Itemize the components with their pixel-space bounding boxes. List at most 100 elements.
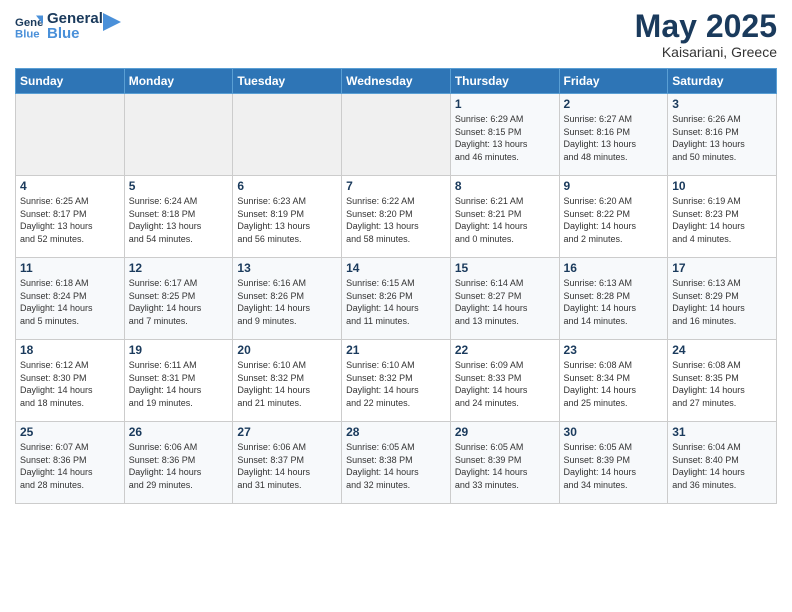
cell-info: Sunrise: 6:29 AM Sunset: 8:15 PM Dayligh… bbox=[455, 113, 555, 163]
day-number: 21 bbox=[346, 343, 446, 357]
cell-info: Sunrise: 6:19 AM Sunset: 8:23 PM Dayligh… bbox=[672, 195, 772, 245]
svg-text:Blue: Blue bbox=[15, 29, 40, 41]
calendar-cell: 20Sunrise: 6:10 AM Sunset: 8:32 PM Dayli… bbox=[233, 340, 342, 422]
calendar-cell: 14 Sunrise: 6:15 AM Sunset: 8:26 PM Dayli… bbox=[342, 258, 451, 340]
logo-icon: General Blue bbox=[15, 12, 43, 40]
calendar-cell: 18 Sunrise: 6:12 AM Sunset: 8:30 PM Dayli… bbox=[16, 340, 125, 422]
cell-info: Sunrise: 6:05 AM Sunset: 8:38 PM Dayligh… bbox=[346, 441, 446, 491]
calendar-cell: 10 Sunrise: 6:19 AM Sunset: 8:23 PM Dayli… bbox=[668, 176, 777, 258]
day-number: 7 bbox=[346, 179, 446, 193]
cell-info: Sunrise: 6:25 AM Sunset: 8:17 PM Dayligh… bbox=[20, 195, 120, 245]
calendar-cell: 13Sunrise: 6:16 AM Sunset: 8:26 PM Dayli… bbox=[233, 258, 342, 340]
weekday-header-thursday: Thursday bbox=[450, 69, 559, 94]
calendar-cell bbox=[124, 94, 233, 176]
cell-info: Sunrise: 6:20 AM Sunset: 8:22 PM Dayligh… bbox=[564, 195, 664, 245]
day-number: 29 bbox=[455, 425, 555, 439]
cell-info: Sunrise: 6:18 AM Sunset: 8:24 PM Dayligh… bbox=[20, 277, 120, 327]
day-number: 30 bbox=[564, 425, 664, 439]
day-number: 3 bbox=[672, 97, 772, 111]
day-number: 23 bbox=[564, 343, 664, 357]
cell-info: Sunrise: 6:16 AM Sunset: 8:26 PM Dayligh… bbox=[237, 277, 337, 327]
logo: General Blue General Blue bbox=[15, 10, 121, 43]
calendar-cell: 21 Sunrise: 6:10 AM Sunset: 8:32 PM Dayli… bbox=[342, 340, 451, 422]
cell-info: Sunrise: 6:07 AM Sunset: 8:36 PM Dayligh… bbox=[20, 441, 120, 491]
day-number: 14 bbox=[346, 261, 446, 275]
cell-info: Sunrise: 6:17 AM Sunset: 8:25 PM Dayligh… bbox=[129, 277, 229, 327]
logo-blue: Blue bbox=[47, 25, 103, 42]
calendar-cell: 2Sunrise: 6:27 AM Sunset: 8:16 PM Daylig… bbox=[559, 94, 668, 176]
day-number: 4 bbox=[20, 179, 120, 193]
calendar-cell: 27 Sunrise: 6:06 AM Sunset: 8:37 PM Dayli… bbox=[233, 422, 342, 504]
weekday-header-wednesday: Wednesday bbox=[342, 69, 451, 94]
weekday-header-saturday: Saturday bbox=[668, 69, 777, 94]
cell-info: Sunrise: 6:10 AM Sunset: 8:32 PM Dayligh… bbox=[346, 359, 446, 409]
day-number: 10 bbox=[672, 179, 772, 193]
cell-info: Sunrise: 6:24 AM Sunset: 8:18 PM Dayligh… bbox=[129, 195, 229, 245]
day-number: 24 bbox=[672, 343, 772, 357]
day-number: 2 bbox=[564, 97, 664, 111]
weekday-header-friday: Friday bbox=[559, 69, 668, 94]
day-number: 8 bbox=[455, 179, 555, 193]
calendar-cell: 6 Sunrise: 6:23 AM Sunset: 8:19 PM Daylig… bbox=[233, 176, 342, 258]
calendar-cell: 3 Sunrise: 6:26 AM Sunset: 8:16 PM Daylig… bbox=[668, 94, 777, 176]
cell-info: Sunrise: 6:04 AM Sunset: 8:40 PM Dayligh… bbox=[672, 441, 772, 491]
cell-info: Sunrise: 6:15 AM Sunset: 8:26 PM Dayligh… bbox=[346, 277, 446, 327]
weekday-header-monday: Monday bbox=[124, 69, 233, 94]
cell-info: Sunrise: 6:22 AM Sunset: 8:20 PM Dayligh… bbox=[346, 195, 446, 245]
cell-info: Sunrise: 6:09 AM Sunset: 8:33 PM Dayligh… bbox=[455, 359, 555, 409]
cell-info: Sunrise: 6:08 AM Sunset: 8:34 PM Dayligh… bbox=[564, 359, 664, 409]
calendar-cell: 30 Sunrise: 6:05 AM Sunset: 8:39 PM Dayli… bbox=[559, 422, 668, 504]
calendar-cell: 26 Sunrise: 6:06 AM Sunset: 8:36 PM Dayli… bbox=[124, 422, 233, 504]
calendar-cell bbox=[342, 94, 451, 176]
cell-info: Sunrise: 6:26 AM Sunset: 8:16 PM Dayligh… bbox=[672, 113, 772, 163]
calendar-week-row: 4 Sunrise: 6:25 AM Sunset: 8:17 PM Daylig… bbox=[16, 176, 777, 258]
weekday-header-sunday: Sunday bbox=[16, 69, 125, 94]
calendar-week-row: 18 Sunrise: 6:12 AM Sunset: 8:30 PM Dayli… bbox=[16, 340, 777, 422]
cell-info: Sunrise: 6:05 AM Sunset: 8:39 PM Dayligh… bbox=[455, 441, 555, 491]
calendar-cell: 17 Sunrise: 6:13 AM Sunset: 8:29 PM Dayli… bbox=[668, 258, 777, 340]
cell-info: Sunrise: 6:21 AM Sunset: 8:21 PM Dayligh… bbox=[455, 195, 555, 245]
cell-info: Sunrise: 6:13 AM Sunset: 8:29 PM Dayligh… bbox=[672, 277, 772, 327]
title-block: May 2025 Kaisariani, Greece bbox=[635, 10, 777, 60]
day-number: 5 bbox=[129, 179, 229, 193]
calendar-cell: 19Sunrise: 6:11 AM Sunset: 8:31 PM Dayli… bbox=[124, 340, 233, 422]
calendar-week-row: 25Sunrise: 6:07 AM Sunset: 8:36 PM Dayli… bbox=[16, 422, 777, 504]
calendar-cell: 29 Sunrise: 6:05 AM Sunset: 8:39 PM Dayli… bbox=[450, 422, 559, 504]
day-number: 1 bbox=[455, 97, 555, 111]
calendar-cell: 5 Sunrise: 6:24 AM Sunset: 8:18 PM Daylig… bbox=[124, 176, 233, 258]
day-number: 27 bbox=[237, 425, 337, 439]
calendar-cell: 8 Sunrise: 6:21 AM Sunset: 8:21 PM Daylig… bbox=[450, 176, 559, 258]
cell-info: Sunrise: 6:13 AM Sunset: 8:28 PM Dayligh… bbox=[564, 277, 664, 327]
calendar-body: 1 Sunrise: 6:29 AM Sunset: 8:15 PM Daylig… bbox=[16, 94, 777, 504]
cell-info: Sunrise: 6:10 AM Sunset: 8:32 PM Dayligh… bbox=[237, 359, 337, 409]
day-number: 28 bbox=[346, 425, 446, 439]
weekday-header-row: SundayMondayTuesdayWednesdayThursdayFrid… bbox=[16, 69, 777, 94]
calendar-cell: 15 Sunrise: 6:14 AM Sunset: 8:27 PM Dayli… bbox=[450, 258, 559, 340]
day-number: 15 bbox=[455, 261, 555, 275]
calendar-cell: 4 Sunrise: 6:25 AM Sunset: 8:17 PM Daylig… bbox=[16, 176, 125, 258]
day-number: 18 bbox=[20, 343, 120, 357]
day-number: 19 bbox=[129, 343, 229, 357]
cell-info: Sunrise: 6:06 AM Sunset: 8:37 PM Dayligh… bbox=[237, 441, 337, 491]
cell-info: Sunrise: 6:23 AM Sunset: 8:19 PM Dayligh… bbox=[237, 195, 337, 245]
header: General Blue General Blue May 2025 Kaisa… bbox=[15, 10, 777, 60]
day-number: 6 bbox=[237, 179, 337, 193]
day-number: 12 bbox=[129, 261, 229, 275]
calendar-cell: 22Sunrise: 6:09 AM Sunset: 8:33 PM Dayli… bbox=[450, 340, 559, 422]
day-number: 17 bbox=[672, 261, 772, 275]
cell-info: Sunrise: 6:06 AM Sunset: 8:36 PM Dayligh… bbox=[129, 441, 229, 491]
calendar-cell: 7 Sunrise: 6:22 AM Sunset: 8:20 PM Daylig… bbox=[342, 176, 451, 258]
day-number: 26 bbox=[129, 425, 229, 439]
calendar-cell: 11 Sunrise: 6:18 AM Sunset: 8:24 PM Dayli… bbox=[16, 258, 125, 340]
cell-info: Sunrise: 6:05 AM Sunset: 8:39 PM Dayligh… bbox=[564, 441, 664, 491]
calendar-header: SundayMondayTuesdayWednesdayThursdayFrid… bbox=[16, 69, 777, 94]
calendar-cell: 31Sunrise: 6:04 AM Sunset: 8:40 PM Dayli… bbox=[668, 422, 777, 504]
day-number: 9 bbox=[564, 179, 664, 193]
cell-info: Sunrise: 6:08 AM Sunset: 8:35 PM Dayligh… bbox=[672, 359, 772, 409]
cell-info: Sunrise: 6:14 AM Sunset: 8:27 PM Dayligh… bbox=[455, 277, 555, 327]
calendar-cell: 9 Sunrise: 6:20 AM Sunset: 8:22 PM Daylig… bbox=[559, 176, 668, 258]
calendar-cell: 1 Sunrise: 6:29 AM Sunset: 8:15 PM Daylig… bbox=[450, 94, 559, 176]
cell-info: Sunrise: 6:12 AM Sunset: 8:30 PM Dayligh… bbox=[20, 359, 120, 409]
page: General Blue General Blue May 2025 Kaisa… bbox=[0, 0, 792, 612]
day-number: 11 bbox=[20, 261, 120, 275]
